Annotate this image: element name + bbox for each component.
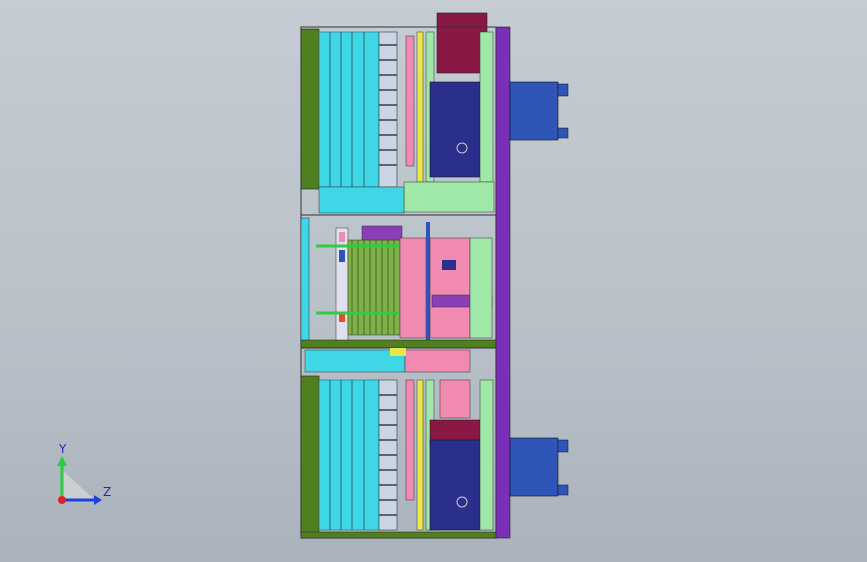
z-axis-label: Z bbox=[103, 485, 111, 499]
machine-model[interactable]: Y Z bbox=[0, 0, 867, 562]
middle-assembly bbox=[300, 214, 497, 349]
x-axis-dot bbox=[58, 496, 66, 504]
cad-viewport[interactable]: Y Z bbox=[0, 0, 867, 562]
y-axis-label: Y bbox=[58, 442, 67, 456]
lower-assembly bbox=[300, 347, 497, 539]
orientation-triad[interactable]: Y Z bbox=[57, 442, 111, 505]
side-motor-top bbox=[509, 81, 569, 141]
side-rail bbox=[495, 26, 511, 539]
upper-assembly bbox=[300, 12, 497, 216]
side-motor-bottom bbox=[509, 437, 569, 497]
